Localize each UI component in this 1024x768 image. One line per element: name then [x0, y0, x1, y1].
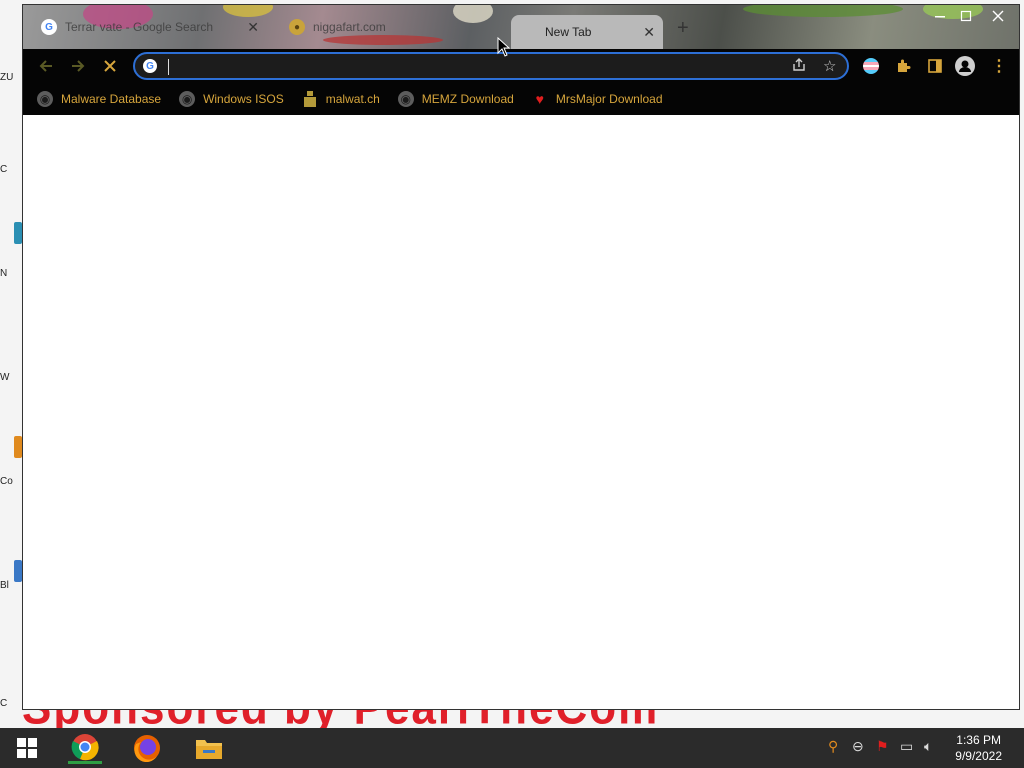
bookmark-star-icon[interactable]: ☆ [823, 57, 836, 75]
system-clock[interactable]: 1:36 PM 9/9/2022 [955, 732, 1002, 764]
file-explorer-taskbar-button[interactable] [192, 732, 226, 764]
arrow-left-icon [39, 60, 52, 72]
network-tray-icon[interactable]: ▭ [900, 738, 913, 755]
address-bar[interactable]: G ☆ [133, 52, 849, 80]
back-button[interactable] [35, 55, 57, 77]
heart-icon: ♥ [535, 90, 544, 107]
bookmark-windows-isos[interactable]: ◉ Windows ISOS [179, 90, 284, 107]
desktop-edge-label: C [0, 698, 8, 709]
bookmark-label: MrsMajor Download [555, 91, 663, 106]
firefox-taskbar-button[interactable] [130, 732, 164, 764]
desktop-edge-label: C [0, 164, 8, 175]
bookmark-malwatch[interactable]: malwat.ch [302, 90, 380, 107]
tab-title: New Tab [545, 25, 592, 39]
firefox-icon [134, 735, 160, 762]
desktop-icon[interactable] [14, 222, 22, 244]
google-icon: G [41, 19, 57, 35]
site-favicon-icon: ● [289, 19, 305, 35]
extensions-puzzle-icon[interactable] [893, 56, 913, 76]
address-input[interactable] [165, 57, 769, 77]
browser-toolbar: G ☆ ⋮ [23, 49, 1019, 82]
desktop-edge-label: Co [0, 476, 13, 487]
arrow-right-icon [72, 60, 85, 72]
clock-date: 9/9/2022 [955, 749, 1002, 763]
tab-new-tab[interactable]: New Tab ✕ [511, 15, 663, 49]
file-explorer-icon [196, 740, 222, 759]
bookmark-label: Malware Database [61, 91, 162, 106]
close-window-button[interactable] [985, 7, 1011, 25]
volume-tray-icon[interactable]: 🔈︎ [924, 738, 932, 755]
chrome-taskbar-button[interactable] [68, 732, 102, 764]
globe-icon: ◉ [179, 90, 196, 107]
tab-strip: G Terrar vate - Google Search ✕ ● niggaf… [23, 5, 1019, 49]
minimize-button[interactable] [927, 7, 953, 25]
maximize-button[interactable] [953, 7, 979, 25]
maximize-icon [960, 10, 972, 22]
desktop-edge-label: N [0, 268, 8, 279]
desktop-edge-label: Bl [0, 580, 9, 591]
desktop-edge-label: W [0, 372, 10, 383]
search-tray-icon[interactable]: ⚲ [828, 738, 838, 755]
bookmark-label: malwat.ch [325, 91, 380, 106]
clock-time: 1:36 PM [956, 733, 1001, 747]
globe-icon: ◉ [37, 90, 53, 107]
chrome-icon [71, 733, 99, 760]
bookmark-malware-database[interactable]: ◉ Malware Database [37, 90, 162, 107]
malwatch-icon [302, 90, 318, 107]
stop-button[interactable] [99, 55, 121, 77]
desktop-edge-label: ZU [0, 72, 14, 83]
bookmark-label: Windows ISOS [203, 91, 284, 106]
google-icon: G [143, 59, 157, 73]
menu-kebab-icon[interactable]: ⋮ [989, 56, 1009, 76]
tab-google-search[interactable]: G Terrar vate - Google Search ✕ [23, 5, 267, 49]
close-icon[interactable]: ✕ [247, 19, 259, 36]
tab-title: Terrar vate - Google Search [65, 20, 214, 34]
bookmark-mrsmajor-download[interactable]: ♥ MrsMajor Download [532, 91, 663, 107]
minimize-icon [935, 16, 945, 18]
desktop-icon[interactable] [14, 436, 22, 458]
side-panel-icon[interactable] [925, 56, 945, 76]
security-flag-tray-icon[interactable]: ⚑ [876, 738, 889, 755]
start-button[interactable] [10, 732, 44, 764]
bookmark-memz-download[interactable]: ◉ MEMZ Download [397, 90, 514, 107]
bookmark-label: MEMZ Download [421, 91, 514, 106]
windows-logo-icon [17, 738, 37, 758]
close-icon[interactable]: ✕ [643, 24, 655, 41]
browser-window: G Terrar vate - Google Search ✕ ● niggaf… [22, 4, 1020, 710]
minus-circle-tray-icon[interactable]: ⊖ [852, 738, 864, 755]
bookmarks-bar: ◉ Malware Database ◉ Windows ISOS malwat… [23, 82, 1019, 115]
stop-loading-icon [104, 60, 116, 72]
tab-niggafart[interactable]: ● niggafart.com [271, 5, 503, 49]
flag-extension-icon[interactable] [861, 56, 881, 76]
desktop-icon[interactable] [14, 560, 22, 582]
forward-button[interactable] [67, 55, 89, 77]
taskbar: ⚲ ⊖ ⚑ ▭ 🔈︎ 1:36 PM 9/9/2022 [0, 728, 1024, 768]
mouse-cursor-icon [497, 36, 511, 62]
tab-title: niggafart.com [313, 20, 386, 34]
page-content[interactable] [23, 115, 1019, 709]
profile-avatar-icon[interactable] [955, 56, 975, 76]
share-icon[interactable] [791, 57, 807, 76]
new-tab-button[interactable]: + [677, 17, 689, 40]
text-caret [168, 59, 169, 75]
globe-icon: ◉ [397, 90, 414, 107]
close-icon [992, 10, 1004, 22]
